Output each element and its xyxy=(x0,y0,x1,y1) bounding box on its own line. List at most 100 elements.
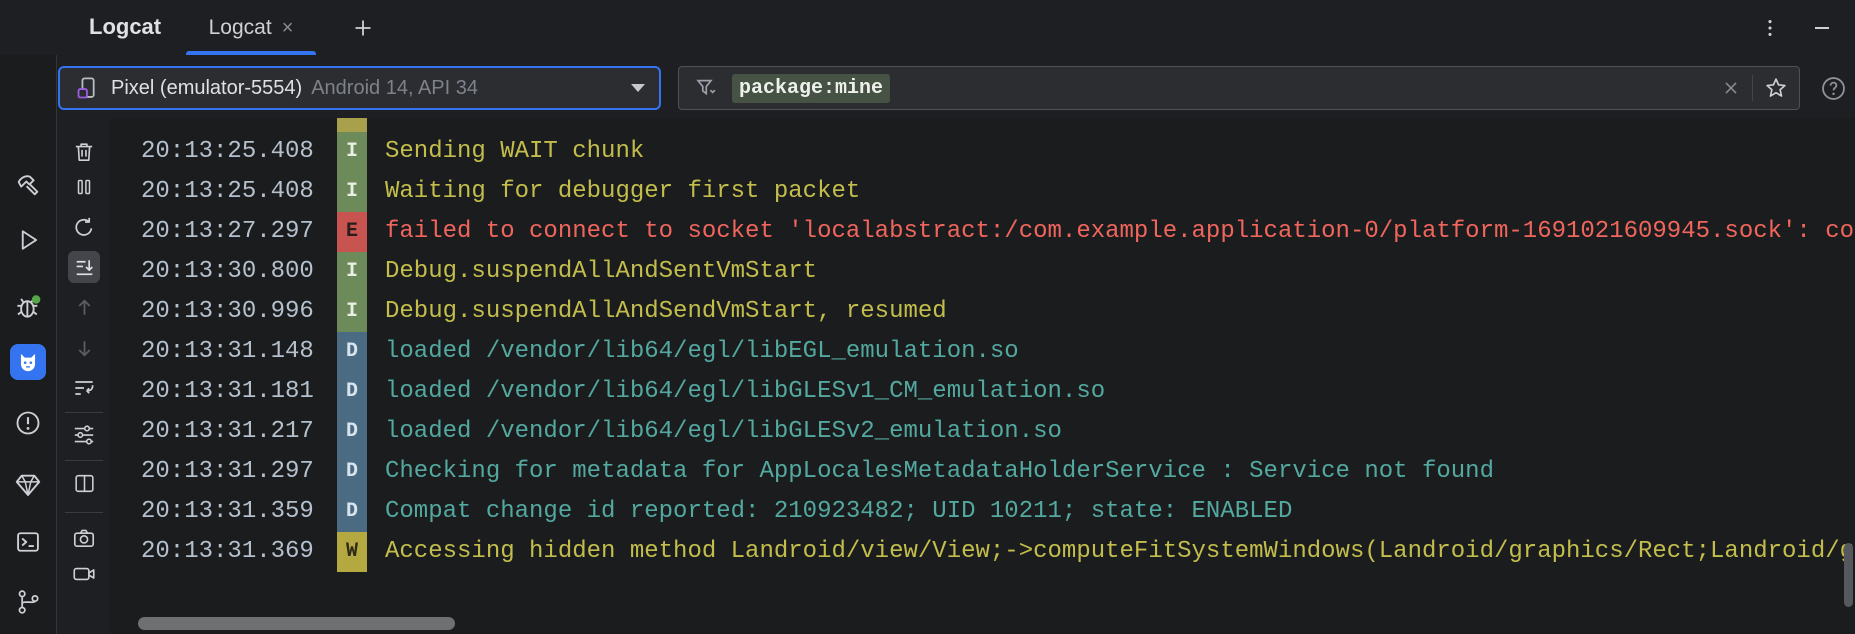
split-panel-button[interactable] xyxy=(68,467,100,499)
log-message: loaded /vendor/lib64/egl/libGLESv1_CM_em… xyxy=(385,372,1855,412)
stripe-item-run[interactable] xyxy=(10,222,46,258)
log-row[interactable]: 20:13:30.800 I Debug.suspendAllAndSentVm… xyxy=(110,252,1855,292)
log-message: Waiting for debugger first packet xyxy=(385,172,1855,212)
debug-bug-icon xyxy=(13,292,43,322)
logcat-filter-input[interactable]: package:mine xyxy=(678,66,1800,110)
pause-icon xyxy=(72,175,96,199)
log-row[interactable]: 20:13:25.408 I Waiting for debugger firs… xyxy=(110,172,1855,212)
toolbar-separator xyxy=(65,412,103,413)
log-row[interactable]: 20:13:31.359 D Compat change id reported… xyxy=(110,492,1855,532)
filter-query-token[interactable]: package:mine xyxy=(732,74,890,103)
gem-icon xyxy=(13,470,43,500)
arrow-up-icon xyxy=(72,295,97,320)
log-level-badge: E xyxy=(337,212,367,252)
log-timestamp: 20:13:31.297 xyxy=(141,452,314,492)
kebab-menu-icon xyxy=(1759,17,1781,39)
log-row-clipped[interactable]: '' , '' ' xyxy=(110,118,1855,132)
log-timestamp: 20:13:31.369 xyxy=(141,532,314,572)
toolbar-separator xyxy=(65,460,103,461)
log-row[interactable]: 20:13:30.996 I Debug.suspendAllAndSendVm… xyxy=(110,292,1855,332)
log-level-badge: W xyxy=(337,532,367,572)
log-timestamp: 20:13:25.408 xyxy=(141,132,314,172)
panel-title: Logcat xyxy=(89,14,161,40)
horizontal-scrollbar-thumb[interactable] xyxy=(138,617,455,630)
log-level-badge xyxy=(337,118,367,132)
dropdown-caret-icon xyxy=(631,84,645,92)
restart-logcat-button[interactable] xyxy=(68,211,100,243)
tool-window-stripe xyxy=(0,55,57,634)
toolbar-separator xyxy=(65,512,103,513)
log-timestamp: 20:13:25.408 xyxy=(141,172,314,212)
soft-wrap-button[interactable] xyxy=(68,372,100,404)
previous-occurrence-button[interactable] xyxy=(68,291,100,323)
pause-logcat-button[interactable] xyxy=(68,171,100,203)
help-button[interactable] xyxy=(1820,75,1847,102)
log-timestamp: 20:13:31.181 xyxy=(141,372,314,412)
favorite-star-icon[interactable] xyxy=(1763,75,1789,101)
soft-wrap-icon xyxy=(71,375,97,401)
tab-label: Logcat xyxy=(209,16,272,40)
log-timestamp: 20:13:30.800 xyxy=(141,252,314,292)
log-row[interactable]: 20:13:27.297 E failed to connect to sock… xyxy=(110,212,1855,252)
log-level-badge: D xyxy=(337,492,367,532)
clear-logcat-button[interactable] xyxy=(68,136,100,168)
tab-close-icon[interactable]: × xyxy=(282,18,294,38)
minimize-icon xyxy=(1810,16,1834,40)
log-message: Compat change id reported: 210923482; UI… xyxy=(385,492,1855,532)
log-output-viewport[interactable]: '' , '' ' 20:13:25.408 I Sending WAIT ch… xyxy=(110,118,1855,634)
stripe-item-version-control[interactable] xyxy=(10,584,46,620)
terminal-icon xyxy=(14,528,42,556)
log-row[interactable]: 20:13:31.297 D Checking for metadata for… xyxy=(110,452,1855,492)
scroll-to-end-toggle[interactable] xyxy=(68,251,100,283)
filter-divider xyxy=(1752,75,1753,101)
log-message: Debug.suspendAllAndSendVmStart, resumed xyxy=(385,292,1855,332)
stripe-item-logcat[interactable] xyxy=(10,344,46,380)
screenshot-button[interactable] xyxy=(68,522,100,554)
log-level-badge: D xyxy=(337,332,367,372)
camera-icon xyxy=(71,525,97,551)
stripe-item-problems[interactable] xyxy=(10,405,46,441)
log-message: Sending WAIT chunk xyxy=(385,132,1855,172)
log-row[interactable]: 20:13:31.369 W Accessing hidden method L… xyxy=(110,532,1855,572)
log-level-badge: D xyxy=(337,452,367,492)
log-timestamp: 20:13:27.297 xyxy=(141,212,314,252)
filter-funnel-icon[interactable] xyxy=(693,75,720,102)
refresh-icon xyxy=(71,214,97,240)
sliders-icon xyxy=(71,422,97,448)
configure-logcat-options-button[interactable] xyxy=(68,419,100,451)
screen-record-button[interactable] xyxy=(68,558,100,590)
vertical-scrollbar-thumb[interactable] xyxy=(1844,543,1853,607)
next-occurrence-button[interactable] xyxy=(68,332,100,364)
device-name: Pixel (emulator-5554) xyxy=(111,77,302,100)
run-play-icon xyxy=(14,226,42,254)
options-menu-button[interactable] xyxy=(1755,13,1785,43)
virtual-device-icon xyxy=(74,75,101,102)
arrow-down-icon xyxy=(72,336,97,361)
logcat-action-toolbar xyxy=(58,118,110,634)
log-message: loaded /vendor/lib64/egl/libGLESv2_emula… xyxy=(385,412,1855,452)
device-details: Android 14, API 34 xyxy=(311,77,478,100)
stripe-item-app-quality-insights[interactable] xyxy=(10,467,46,503)
hide-panel-button[interactable] xyxy=(1807,13,1837,43)
device-selector[interactable]: Pixel (emulator-5554) Android 14, API 34 xyxy=(58,66,661,110)
tab-logcat[interactable]: Logcat × xyxy=(186,0,316,55)
log-message: Debug.suspendAllAndSentVmStart xyxy=(385,252,1855,292)
log-row[interactable]: 20:13:25.408 I Sending WAIT chunk xyxy=(110,132,1855,172)
problems-alert-icon xyxy=(14,409,42,437)
log-timestamp: 20:13:31.148 xyxy=(141,332,314,372)
video-icon xyxy=(71,561,97,587)
git-branch-icon xyxy=(14,588,42,616)
trash-icon xyxy=(71,139,97,165)
log-level-badge: I xyxy=(337,292,367,332)
add-tab-button[interactable] xyxy=(348,13,378,43)
log-timestamp: 20:13:30.996 xyxy=(141,292,314,332)
log-level-badge: I xyxy=(337,252,367,292)
stripe-item-terminal[interactable] xyxy=(10,524,46,560)
log-row[interactable]: 20:13:31.148 D loaded /vendor/lib64/egl/… xyxy=(110,332,1855,372)
log-row[interactable]: 20:13:31.217 D loaded /vendor/lib64/egl/… xyxy=(110,412,1855,452)
split-panel-icon xyxy=(72,471,97,496)
stripe-item-debug[interactable] xyxy=(10,289,46,325)
stripe-item-build[interactable] xyxy=(10,167,46,203)
clear-filter-icon[interactable] xyxy=(1720,77,1742,99)
log-row[interactable]: 20:13:31.181 D loaded /vendor/lib64/egl/… xyxy=(110,372,1855,412)
